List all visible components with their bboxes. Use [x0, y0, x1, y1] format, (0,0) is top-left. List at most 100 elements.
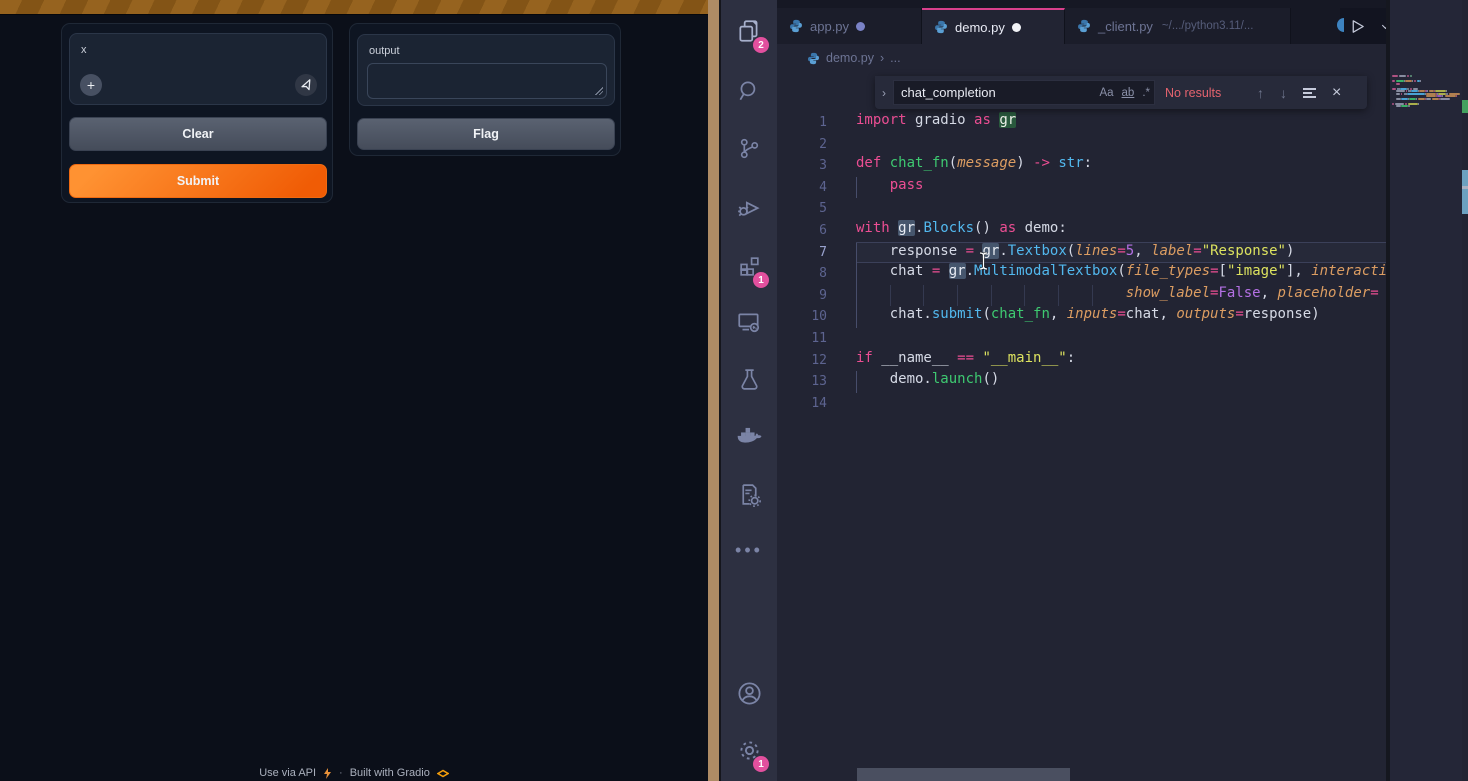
multimodal-textbox[interactable]: x +: [69, 33, 327, 105]
built-with-gradio-link[interactable]: Built with Gradio: [350, 767, 430, 779]
breadcrumb-file[interactable]: demo.py: [826, 51, 874, 65]
attach-file-button[interactable]: +: [80, 74, 102, 96]
modified-dot[interactable]: [856, 22, 865, 31]
input-label: x: [81, 44, 87, 56]
line-number[interactable]: 7: [777, 242, 827, 264]
sidebar-item-testing[interactable]: [721, 353, 777, 405]
minimap-line: [1426, 98, 1431, 100]
line-number[interactable]: 3: [777, 155, 827, 177]
desktop-wallpaper-strip: [708, 0, 721, 781]
breadcrumb-more[interactable]: ...: [890, 51, 900, 65]
sidebar-item-dev-containers[interactable]: [721, 468, 777, 520]
code-token: 5: [1126, 243, 1134, 259]
settings-badge: 1: [753, 756, 769, 772]
whole-word-toggle[interactable]: ab: [1122, 87, 1135, 99]
code-line[interactable]: [856, 393, 1388, 415]
run-button[interactable]: [1349, 18, 1366, 35]
flag-button[interactable]: Flag: [357, 118, 615, 150]
code-line[interactable]: show_label=False, placeholder=: [856, 285, 1388, 307]
overview-ruler[interactable]: [1462, 0, 1468, 781]
code-line[interactable]: [856, 134, 1388, 156]
line-number[interactable]: 8: [777, 263, 827, 285]
match-case-toggle[interactable]: Aa: [1099, 87, 1113, 99]
code-token: demo:: [1016, 220, 1067, 236]
code-token: chat,: [1126, 306, 1177, 322]
clear-button[interactable]: Clear: [69, 117, 327, 151]
code-token: with: [856, 220, 890, 236]
line-number[interactable]: 1: [777, 112, 827, 134]
line-number[interactable]: 10: [777, 306, 827, 328]
code-token: MultimodalTextbox: [974, 263, 1117, 279]
submit-button[interactable]: Submit: [69, 164, 327, 198]
line-number[interactable]: 12: [777, 350, 827, 372]
code-line[interactable]: [856, 198, 1388, 220]
code-line[interactable]: demo.launch(): [856, 371, 1388, 393]
clear-button-label: Clear: [182, 127, 213, 141]
ellipsis-icon: •••: [735, 540, 763, 561]
sidebar-item-extensions[interactable]: 1: [721, 240, 777, 292]
use-via-api-link[interactable]: Use via API: [259, 767, 316, 779]
tab-demo-py[interactable]: demo.py: [922, 8, 1065, 44]
sidebar-item-search[interactable]: [721, 65, 777, 117]
regex-toggle[interactable]: .*: [1142, 87, 1150, 99]
code-line[interactable]: [856, 328, 1388, 350]
line-number[interactable]: 11: [777, 328, 827, 350]
sidebar-item-explorer[interactable]: 2: [721, 5, 777, 57]
code-line[interactable]: with gr.Blocks() as demo:: [856, 220, 1388, 242]
settings-button[interactable]: 1: [721, 724, 777, 776]
horizontal-scrollbar[interactable]: [857, 768, 1070, 781]
code-line[interactable]: response = gr.Textbox(lines=5, label="Re…: [856, 242, 1388, 264]
breadcrumb[interactable]: demo.py › ...: [777, 44, 1468, 72]
editor-scroll[interactable]: 1234567891011121314 import gradio as grd…: [777, 72, 1468, 781]
minimap-line: [1396, 80, 1403, 82]
sidebar-item-remote-explorer[interactable]: [721, 296, 777, 348]
minimap-line: [1406, 90, 1407, 92]
code-token: [856, 177, 890, 193]
code-line[interactable]: if __name__ == "__main__":: [856, 350, 1388, 372]
find-close-button[interactable]: ×: [1332, 84, 1341, 102]
line-number[interactable]: 14: [777, 393, 827, 415]
tab-app-py[interactable]: app.py: [777, 8, 922, 44]
line-number[interactable]: 4: [777, 177, 827, 199]
indent-guide-line: [856, 306, 857, 328]
line-number[interactable]: 9: [777, 285, 827, 307]
code-token: as: [974, 112, 991, 128]
lightning-icon: [323, 768, 332, 779]
modified-dot[interactable]: [1012, 23, 1021, 32]
send-button[interactable]: [295, 74, 317, 96]
tab-client-py[interactable]: _client.py ~/.../python3.11/...: [1065, 8, 1291, 44]
code-token: gr: [898, 220, 915, 236]
line-number[interactable]: 13: [777, 371, 827, 393]
code-line[interactable]: import gradio as gr: [856, 112, 1388, 134]
resize-handle[interactable]: [595, 87, 603, 95]
minimap[interactable]: [1390, 0, 1462, 781]
line-number[interactable]: 5: [777, 198, 827, 220]
code-line[interactable]: def chat_fn(message) -> str:: [856, 155, 1388, 177]
code-line[interactable]: chat = gr.MultimodalTextbox(file_types=[…: [856, 263, 1388, 285]
code-token: chat: [856, 263, 932, 279]
line-number[interactable]: 6: [777, 220, 827, 242]
code-token: ): [1016, 155, 1033, 171]
code-token: chat_fn: [991, 306, 1050, 322]
sidebar-item-docker[interactable]: [721, 411, 777, 463]
editor-code[interactable]: import gradio as gr def chat_fn(message) …: [856, 72, 1388, 781]
find-expand-chevron-icon[interactable]: ›: [875, 86, 893, 100]
find-previous-button[interactable]: ↑: [1257, 85, 1264, 101]
gutter[interactable]: 1234567891011121314: [777, 72, 827, 781]
sidebar-item-more[interactable]: •••: [721, 524, 777, 576]
code-token: ==: [957, 350, 974, 366]
code-line[interactable]: pass: [856, 177, 1388, 199]
output-group: output Flag: [349, 23, 621, 156]
code-line[interactable]: chat.submit(chat_fn, inputs=chat, output…: [856, 306, 1388, 328]
code-token: placeholder: [1277, 285, 1370, 301]
account-button[interactable]: [721, 667, 777, 719]
sidebar-item-run-debug[interactable]: [721, 181, 777, 233]
sidebar-item-source-control[interactable]: [721, 122, 777, 174]
editor-main: app.py demo.py _client.py: [777, 0, 1468, 781]
find-in-selection-button[interactable]: [1303, 88, 1316, 98]
minimap-line: [1446, 90, 1447, 92]
python-file-icon: [1077, 19, 1091, 33]
output-textarea[interactable]: [367, 63, 607, 99]
line-number[interactable]: 2: [777, 134, 827, 156]
find-next-button[interactable]: ↓: [1280, 85, 1287, 101]
